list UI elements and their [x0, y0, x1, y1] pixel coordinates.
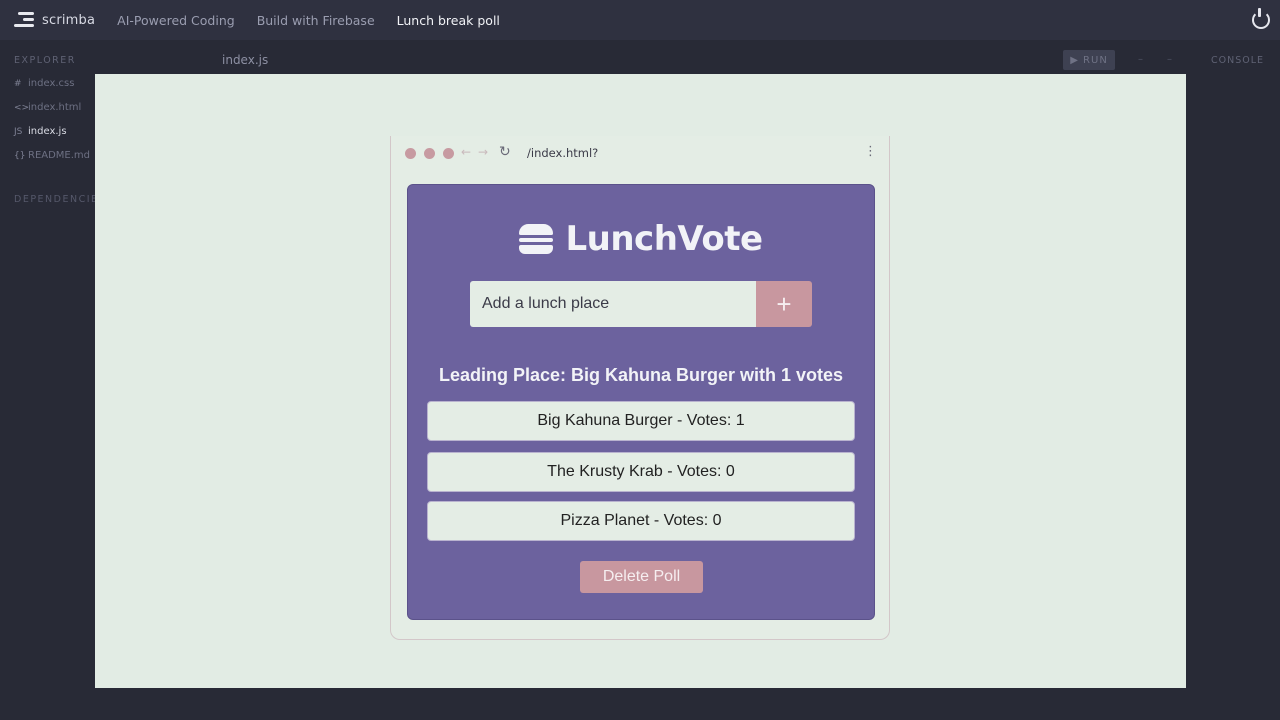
toolbar-divider: –: [1138, 54, 1143, 65]
breadcrumb-module[interactable]: Build with Firebase: [257, 13, 375, 28]
breadcrumb-lesson[interactable]: Lunch break poll: [397, 13, 500, 28]
file-name: index.js: [28, 126, 67, 137]
toolbar-divider: –: [1167, 54, 1172, 65]
forward-arrow-icon[interactable]: →: [478, 145, 488, 159]
window-dot-icon: [405, 148, 416, 159]
html-file-icon: <>: [14, 102, 30, 113]
add-place-button[interactable]: +: [756, 281, 812, 327]
file-item-html[interactable]: <> index.html: [14, 102, 81, 113]
file-item-css[interactable]: # index.css: [14, 78, 74, 89]
file-item-js[interactable]: JS index.js: [14, 126, 67, 137]
file-item-readme[interactable]: {} README.md: [14, 150, 90, 161]
lunch-place-input[interactable]: [470, 281, 756, 327]
leading-place-text: Leading Place: Big Kahuna Burger with 1 …: [438, 365, 844, 385]
preview-panel: ← → ↻ /index.html? ⋮ LunchVote + Leading…: [95, 74, 1186, 688]
explorer-title: EXPLORER: [14, 55, 76, 66]
breadcrumb-course[interactable]: AI-Powered Coding: [117, 13, 235, 28]
scrimba-logo-icon: [14, 11, 34, 29]
top-nav-bar: scrimba AI-Powered Coding Build with Fir…: [0, 0, 1280, 40]
browser-bar: ← → ↻ /index.html? ⋮: [391, 136, 889, 170]
power-icon[interactable]: [1252, 8, 1270, 29]
file-name: README.md: [28, 150, 91, 161]
vote-option-krusty-krab[interactable]: The Krusty Krab - Votes: 0: [427, 452, 855, 492]
mini-browser: ← → ↻ /index.html? ⋮ LunchVote + Leading…: [390, 136, 890, 640]
vote-option-big-kahuna[interactable]: Big Kahuna Burger - Votes: 1: [427, 401, 855, 441]
more-options-icon[interactable]: ⋮: [864, 144, 877, 159]
file-name: index.css: [28, 78, 75, 89]
editor-tab-index-js[interactable]: index.js: [222, 53, 268, 67]
lunchvote-card: LunchVote + Leading Place: Big Kahuna Bu…: [407, 184, 875, 620]
logo-text: scrimba: [42, 12, 96, 28]
scrimba-logo[interactable]: scrimba: [14, 11, 95, 29]
readme-file-icon: {}: [14, 150, 26, 161]
js-file-icon: JS: [14, 126, 23, 137]
window-dot-icon: [424, 148, 435, 159]
dependencies-title: DEPENDENCIES: [14, 194, 107, 205]
burger-icon: [519, 224, 554, 254]
css-file-icon: #: [14, 78, 22, 89]
back-arrow-icon[interactable]: ←: [461, 145, 471, 159]
delete-poll-button[interactable]: Delete Poll: [580, 561, 703, 593]
window-dot-icon: [443, 148, 454, 159]
run-button[interactable]: ▶ RUN: [1063, 50, 1115, 70]
reload-icon[interactable]: ↻: [499, 144, 511, 160]
add-place-form: +: [470, 281, 812, 327]
url-bar[interactable]: /index.html?: [527, 146, 598, 160]
app-title: LunchVote: [565, 219, 763, 259]
vote-option-pizza-planet[interactable]: Pizza Planet - Votes: 0: [427, 501, 855, 541]
app-brand: LunchVote: [408, 219, 874, 259]
console-tab[interactable]: CONSOLE: [1211, 55, 1264, 66]
file-name: index.html: [28, 102, 82, 113]
